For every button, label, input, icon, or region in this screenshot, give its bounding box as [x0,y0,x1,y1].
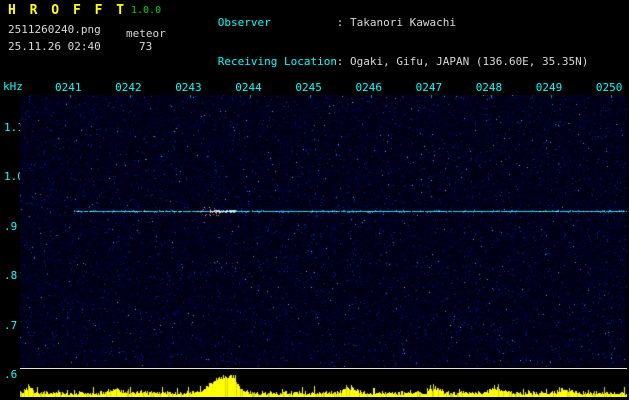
baseline-marker [20,368,627,369]
app-version: 1.0.0 [131,5,162,16]
freq-axis-unit: kHz [3,80,23,93]
time-tick-label: 0249 [535,81,563,94]
spectrogram-canvas [20,95,627,367]
info-row-location: Receiving Location: Ogaki, Gifu, JAPAN (… [178,42,589,81]
noise-bar-canvas [20,374,627,397]
time-tick-label: 0248 [475,81,503,94]
time-tick-label: 0243 [175,81,202,94]
time-tick-label: 0246 [355,81,383,94]
time-tick-label: 0241 [55,81,82,94]
noise-count-value: 73 [139,40,153,53]
app-title: H R O F F T [8,3,128,18]
output-filename: 2511260240.png [8,23,101,36]
info-row-observer: Observer: Takanori Kawachi [178,3,588,42]
freq-tick-label: .6 [4,368,18,381]
time-tick-label: 0244 [235,81,262,94]
info-label: Receiving Location [217,55,337,68]
freq-tick-label: .8 [4,269,18,282]
freq-tick-label: .7 [4,319,18,332]
time-tick-label: 0247 [415,81,443,94]
time-tick-label: 0242 [115,81,142,94]
observation-timestamp: 25.11.26 02:40 [8,40,101,53]
info-value: Ogaki, Gifu, JAPAN (136.60E, 35.35N) [350,55,589,68]
time-tick-label: 0250 [595,81,623,94]
info-separator: : [336,16,350,29]
info-label: Observer [217,16,271,29]
info-value: Takanori Kawachi [350,16,456,29]
time-tick-label: 0245 [295,81,322,94]
freq-tick-label: .9 [4,220,18,233]
info-separator: : [336,55,350,68]
mode-label: meteor [126,27,166,40]
